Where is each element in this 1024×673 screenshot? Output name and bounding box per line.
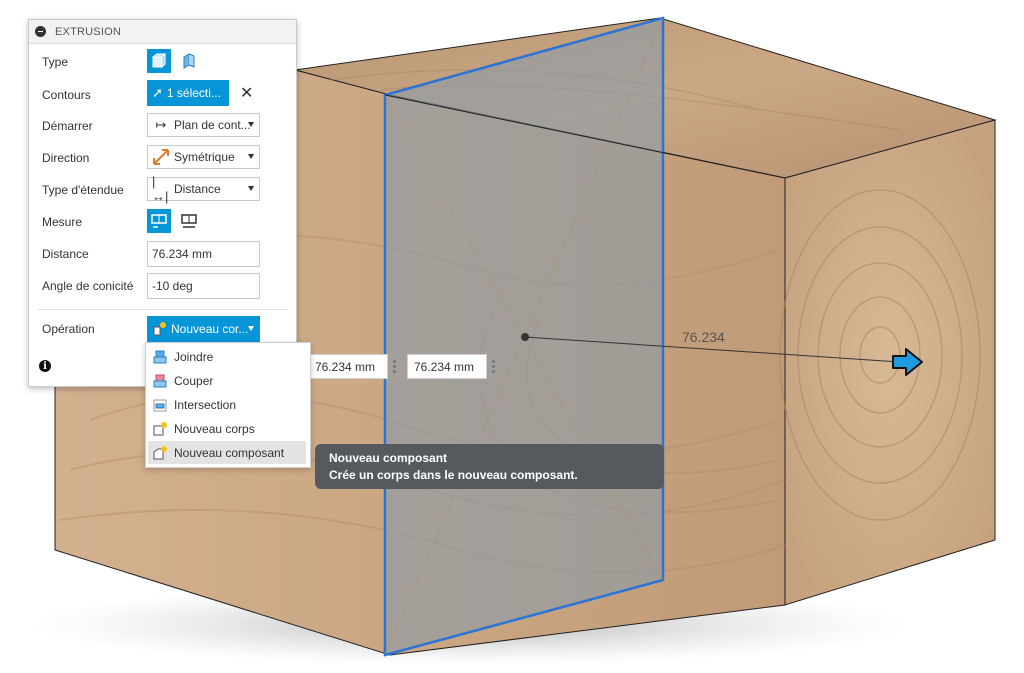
chevron-down-icon bbox=[248, 186, 254, 191]
start-value: Plan de cont... bbox=[174, 118, 251, 132]
tooltip: Nouveau composant Crée un corps dans le … bbox=[315, 444, 664, 489]
row-contours: Contours ➚ 1 sélecti... ✕ bbox=[29, 80, 296, 106]
measure-whole-button[interactable] bbox=[177, 209, 201, 233]
start-dropdown[interactable]: ↦ Plan de cont... bbox=[147, 113, 260, 137]
panel-header[interactable]: EXTRUSION bbox=[29, 20, 296, 44]
measure-label: Mesure bbox=[42, 215, 83, 229]
extrusion-panel: EXTRUSION Type Contours ➚ 1 sélecti... ✕… bbox=[28, 19, 297, 387]
dimension-label: 76.234 bbox=[682, 329, 725, 345]
cut-icon bbox=[153, 374, 167, 387]
taper-angle-label: Angle de conicité bbox=[42, 279, 134, 293]
direction-dropdown[interactable]: Symétrique bbox=[147, 145, 260, 169]
distance-input[interactable]: 76.234 mm bbox=[147, 241, 260, 267]
extent-type-value: Distance bbox=[174, 182, 221, 196]
distance-label: Distance bbox=[42, 247, 89, 261]
menu-item-label: Joindre bbox=[174, 349, 214, 364]
field-2-options-icon[interactable] bbox=[486, 354, 500, 379]
extent-type-dropdown[interactable]: |↔| Distance bbox=[147, 174, 260, 204]
row-measure: Mesure bbox=[29, 209, 296, 235]
new-component-icon bbox=[153, 322, 166, 336]
menu-item-label: Nouveau composant bbox=[174, 445, 285, 460]
operation-dropdown[interactable]: Nouveau cor... bbox=[147, 316, 260, 342]
block-end-face bbox=[784, 119, 996, 606]
row-operation: Opération Nouveau cor... bbox=[29, 316, 296, 342]
start-label: Démarrer bbox=[42, 119, 93, 133]
field-1-options-icon[interactable] bbox=[387, 354, 401, 379]
extent-type-label: Type d'étendue bbox=[42, 183, 124, 197]
solid-extrude-icon bbox=[151, 52, 167, 69]
distance-field-1[interactable]: 76.234 mm bbox=[308, 354, 388, 379]
join-icon bbox=[153, 350, 167, 363]
surface-extrude-icon bbox=[183, 53, 195, 69]
direction-label: Direction bbox=[42, 151, 90, 165]
operation-menu: Joindre Couper Intersection Nouveau corp… bbox=[145, 342, 311, 468]
tooltip-text: Crée un corps dans le nouveau composant. bbox=[329, 468, 578, 482]
new-component-icon bbox=[153, 445, 167, 459]
menu-item-cut[interactable]: Couper bbox=[148, 369, 306, 392]
measure-whole-icon bbox=[181, 214, 197, 228]
row-start: Démarrer ↦ Plan de cont... bbox=[29, 113, 296, 139]
measure-half-icon bbox=[151, 214, 167, 228]
row-type: Type bbox=[29, 49, 296, 75]
contours-selection-button[interactable]: ➚ 1 sélecti... bbox=[147, 80, 229, 106]
contours-label: Contours bbox=[42, 88, 91, 102]
panel-title: EXTRUSION bbox=[55, 25, 121, 38]
solid-type-button[interactable] bbox=[147, 49, 171, 73]
operation-value: Nouveau cor... bbox=[171, 322, 249, 336]
chevron-down-icon bbox=[248, 326, 254, 331]
menu-item-new-body[interactable]: Nouveau corps bbox=[148, 417, 306, 440]
menu-item-new-component[interactable]: Nouveau composant bbox=[148, 441, 306, 464]
menu-item-label: Nouveau corps bbox=[174, 421, 255, 436]
taper-angle-input[interactable]: -10 deg bbox=[147, 273, 260, 299]
info-icon[interactable]: i bbox=[39, 360, 51, 372]
operation-label: Opération bbox=[42, 322, 95, 336]
distance-field-2[interactable]: 76.234 mm bbox=[407, 354, 487, 379]
new-body-icon bbox=[153, 421, 167, 435]
panel-separator bbox=[37, 309, 288, 310]
menu-item-label: Couper bbox=[174, 373, 214, 388]
symmetric-icon bbox=[153, 149, 169, 165]
dimension-origin-point bbox=[521, 333, 529, 341]
collapse-icon[interactable] bbox=[35, 26, 46, 37]
row-extent-type: Type d'étendue |↔| Distance bbox=[29, 174, 296, 204]
contours-selection-text: 1 sélecti... bbox=[166, 86, 221, 100]
row-distance: Distance 76.234 mm bbox=[29, 241, 296, 267]
direction-value: Symétrique bbox=[174, 150, 235, 164]
menu-item-join[interactable]: Joindre bbox=[148, 345, 306, 368]
intersect-icon bbox=[153, 399, 167, 411]
profile-plane-icon: ↦ bbox=[155, 117, 167, 132]
cursor-icon: ➚ bbox=[152, 85, 163, 100]
chevron-down-icon bbox=[248, 122, 254, 127]
measure-symmetric-button[interactable] bbox=[147, 209, 171, 233]
type-label: Type bbox=[42, 55, 69, 69]
menu-item-label: Intersection bbox=[174, 397, 237, 412]
tooltip-title: Nouveau composant bbox=[329, 451, 448, 465]
surface-type-button[interactable] bbox=[177, 49, 201, 73]
row-direction: Direction Symétrique bbox=[29, 145, 296, 171]
row-taper-angle: Angle de conicité -10 deg bbox=[29, 273, 296, 299]
distance-icon: |↔| bbox=[152, 174, 169, 204]
clear-selection-icon[interactable]: ✕ bbox=[240, 83, 253, 103]
chevron-down-icon bbox=[248, 154, 254, 159]
menu-item-intersection[interactable]: Intersection bbox=[148, 393, 306, 416]
